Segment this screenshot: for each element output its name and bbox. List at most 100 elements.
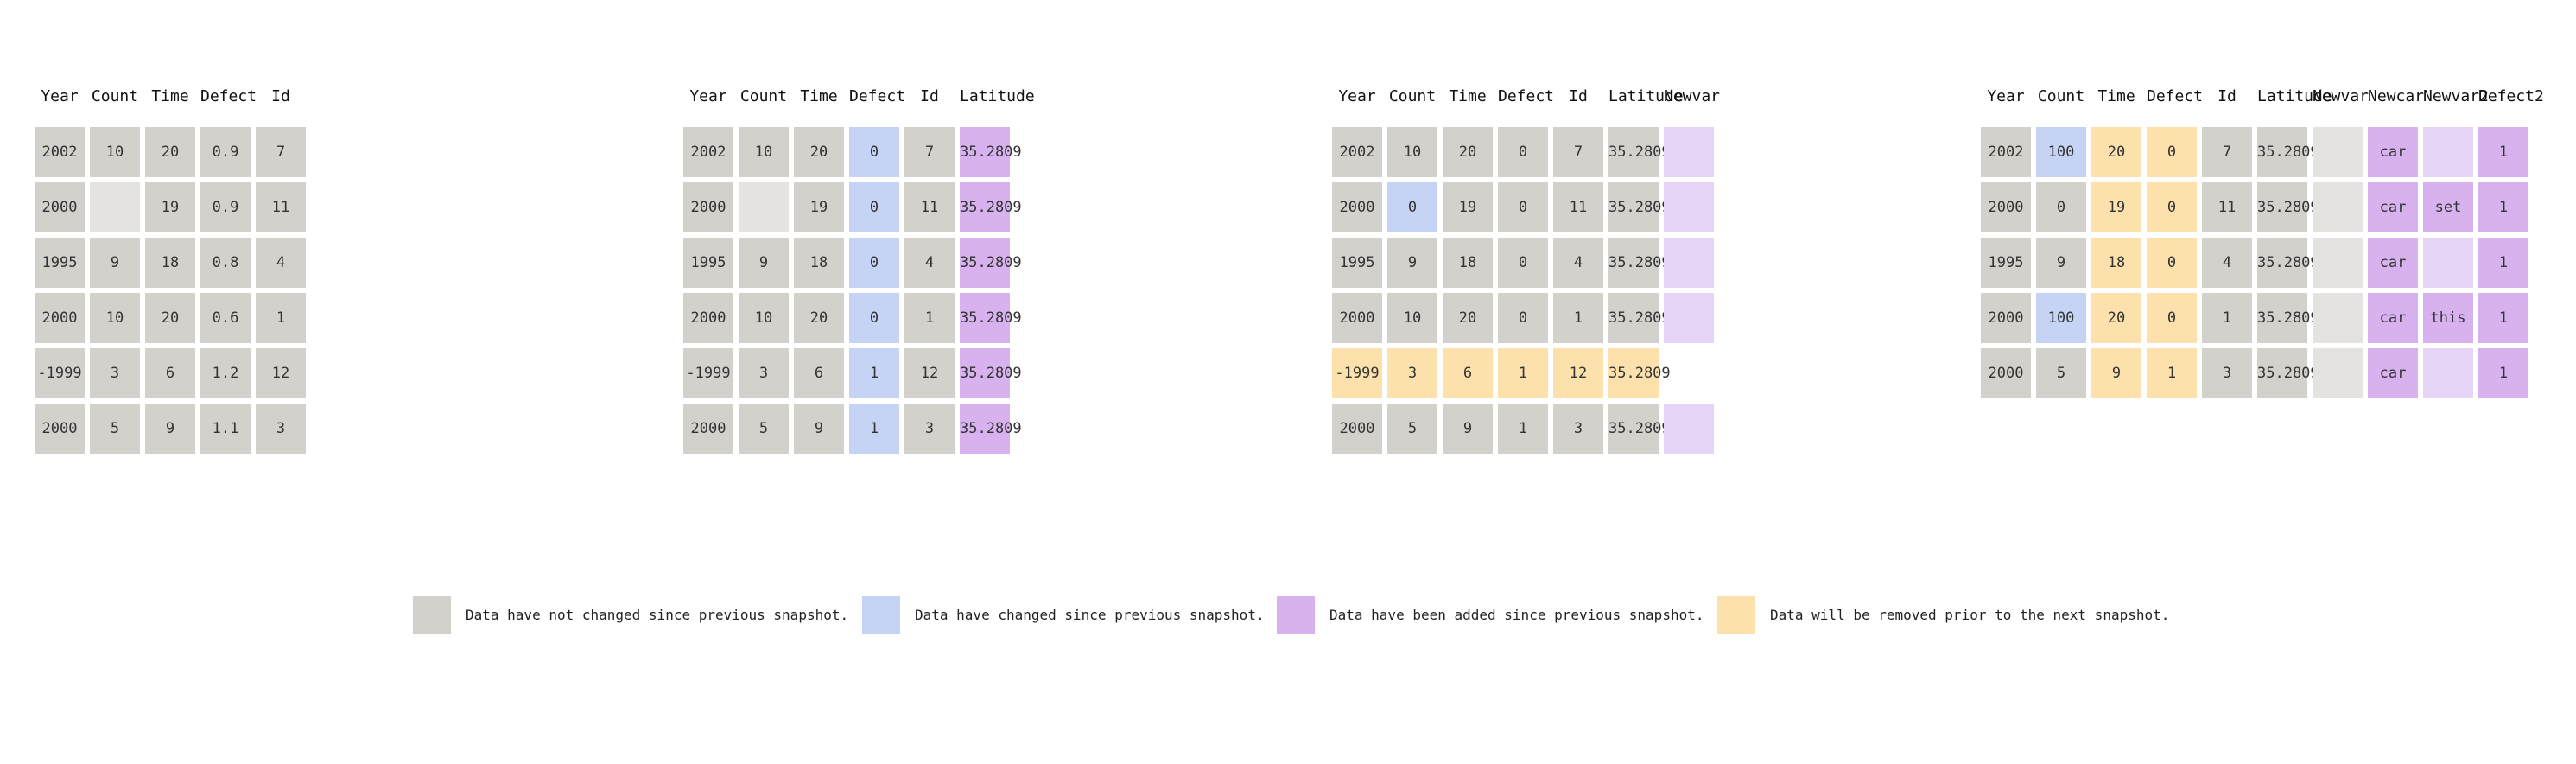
table-cell: 3 [2202, 348, 2252, 398]
table-cell: 11 [1553, 182, 1603, 232]
table-cell: 11 [256, 182, 306, 232]
column-header: Defect [2147, 87, 2204, 105]
table-cell: 19 [1443, 182, 1493, 232]
table-cell: 2002 [1332, 127, 1382, 177]
table-cell: 35.2809 [960, 127, 1022, 177]
table-cell: 10 [90, 127, 140, 177]
table-cell: 12 [904, 348, 955, 398]
table-cell: 35.2809 [1608, 293, 1671, 343]
table-cell: 9 [145, 404, 195, 454]
table-cell: 1 [1553, 293, 1603, 343]
table-cell: 11 [904, 182, 955, 232]
table-cell: 0.9 [200, 182, 251, 232]
table-cell: car [2368, 348, 2418, 398]
table-cell: 9 [739, 238, 789, 288]
table-cell: -1999 [1332, 348, 1382, 398]
table-cell [1664, 127, 1714, 177]
legend-swatch-removed [1717, 596, 1755, 634]
legend-label-same: Data have not changed since previous sna… [466, 607, 849, 623]
table-cell: 35.2809 [1608, 348, 1671, 398]
table-cell: 35.2809 [960, 348, 1022, 398]
table-cell: 20 [2091, 127, 2141, 177]
table-cell: 1 [849, 404, 899, 454]
table-cell: 100 [2036, 293, 2086, 343]
column-header: Count [91, 87, 139, 105]
table-cell: 0.8 [200, 238, 251, 288]
legend-swatch-added [1277, 596, 1315, 634]
table-cell: car [2368, 293, 2418, 343]
table-cell: 4 [256, 238, 306, 288]
column-header: Defect [849, 87, 906, 105]
table-cell [2423, 127, 2473, 177]
column-header: Defect2 [2478, 87, 2544, 105]
table-cell: 4 [2202, 238, 2252, 288]
table-cell: 2000 [1332, 293, 1382, 343]
table-cell: 2000 [35, 182, 85, 232]
table-cell: set [2423, 182, 2473, 232]
column-header: Year [1987, 87, 2025, 105]
table-cell [90, 182, 140, 232]
table-cell: 2000 [1332, 404, 1382, 454]
table-cell: 11 [2202, 182, 2252, 232]
table-cell: -1999 [35, 348, 85, 398]
table-cell: 0.9 [200, 127, 251, 177]
table-cell: 0 [1498, 293, 1548, 343]
table-cell: 35.2809 [2257, 348, 2319, 398]
table-cell: 1 [849, 348, 899, 398]
table-cell: 35.2809 [960, 182, 1022, 232]
table-cell: 7 [256, 127, 306, 177]
legend-swatch-same [413, 596, 451, 634]
column-header: Time [151, 87, 189, 105]
table-cell: 0 [2147, 127, 2197, 177]
table-cell: 1 [2147, 348, 2197, 398]
table-cell: 1.1 [200, 404, 251, 454]
table-cell: 2000 [1981, 293, 2031, 343]
table-cell [1664, 404, 1714, 454]
table-cell: 10 [1387, 127, 1437, 177]
column-header: Time [800, 87, 838, 105]
table-cell: 35.2809 [2257, 238, 2319, 288]
table-cell: 5 [2036, 348, 2086, 398]
snapshot-1: Year Count Time Defect Id 2002 10 20 0.9 7 2000 19 0… [35, 84, 311, 464]
table-cell: 1 [2202, 293, 2252, 343]
table-cell: 1995 [1332, 238, 1382, 288]
table-cell: 12 [1553, 348, 1603, 398]
snapshot-3: Year Count Time Defect Id Latitude Newvar 2002 1… [1332, 84, 1720, 464]
table-cell: 10 [739, 293, 789, 343]
table-cell: 0 [1498, 127, 1548, 177]
table-cell: 18 [1443, 238, 1493, 288]
table-cell: car [2368, 238, 2418, 288]
legend-swatch-changed [862, 596, 900, 634]
table-cell: 20 [794, 293, 844, 343]
table-cell: 0 [849, 293, 899, 343]
column-header: Count [1388, 87, 1437, 105]
table-cell: 2000 [35, 404, 85, 454]
table-cell: 35.2809 [1608, 404, 1671, 454]
column-header: Newvar2 [2423, 87, 2489, 105]
table-cell: 20 [2091, 293, 2141, 343]
column-header: Id [2218, 87, 2237, 105]
column-header: Id [920, 87, 939, 105]
table-cell [1664, 348, 1714, 398]
table-cell: 0 [849, 182, 899, 232]
table-cell: 5 [90, 404, 140, 454]
table-cell: 1 [2478, 182, 2528, 232]
table-cell: 9 [1387, 238, 1437, 288]
table-cell: 0 [2147, 238, 2197, 288]
table-cell: 0 [2147, 293, 2197, 343]
table-cell: 2002 [35, 127, 85, 177]
table-cell: 3 [1387, 348, 1437, 398]
table-cell: 10 [739, 127, 789, 177]
table-cell: -1999 [683, 348, 733, 398]
table-cell: 35.2809 [960, 238, 1022, 288]
column-header: Year [689, 87, 727, 105]
table-cell: 2000 [1981, 348, 2031, 398]
table-cell: 19 [2091, 182, 2141, 232]
table-cell [2313, 348, 2363, 398]
table-cell: 0 [2147, 182, 2197, 232]
table-cell: 1 [1498, 348, 1548, 398]
table-cell: 0 [849, 238, 899, 288]
column-header: Defect [200, 87, 257, 105]
table-cell: 35.2809 [2257, 182, 2319, 232]
table-cell [2313, 293, 2363, 343]
